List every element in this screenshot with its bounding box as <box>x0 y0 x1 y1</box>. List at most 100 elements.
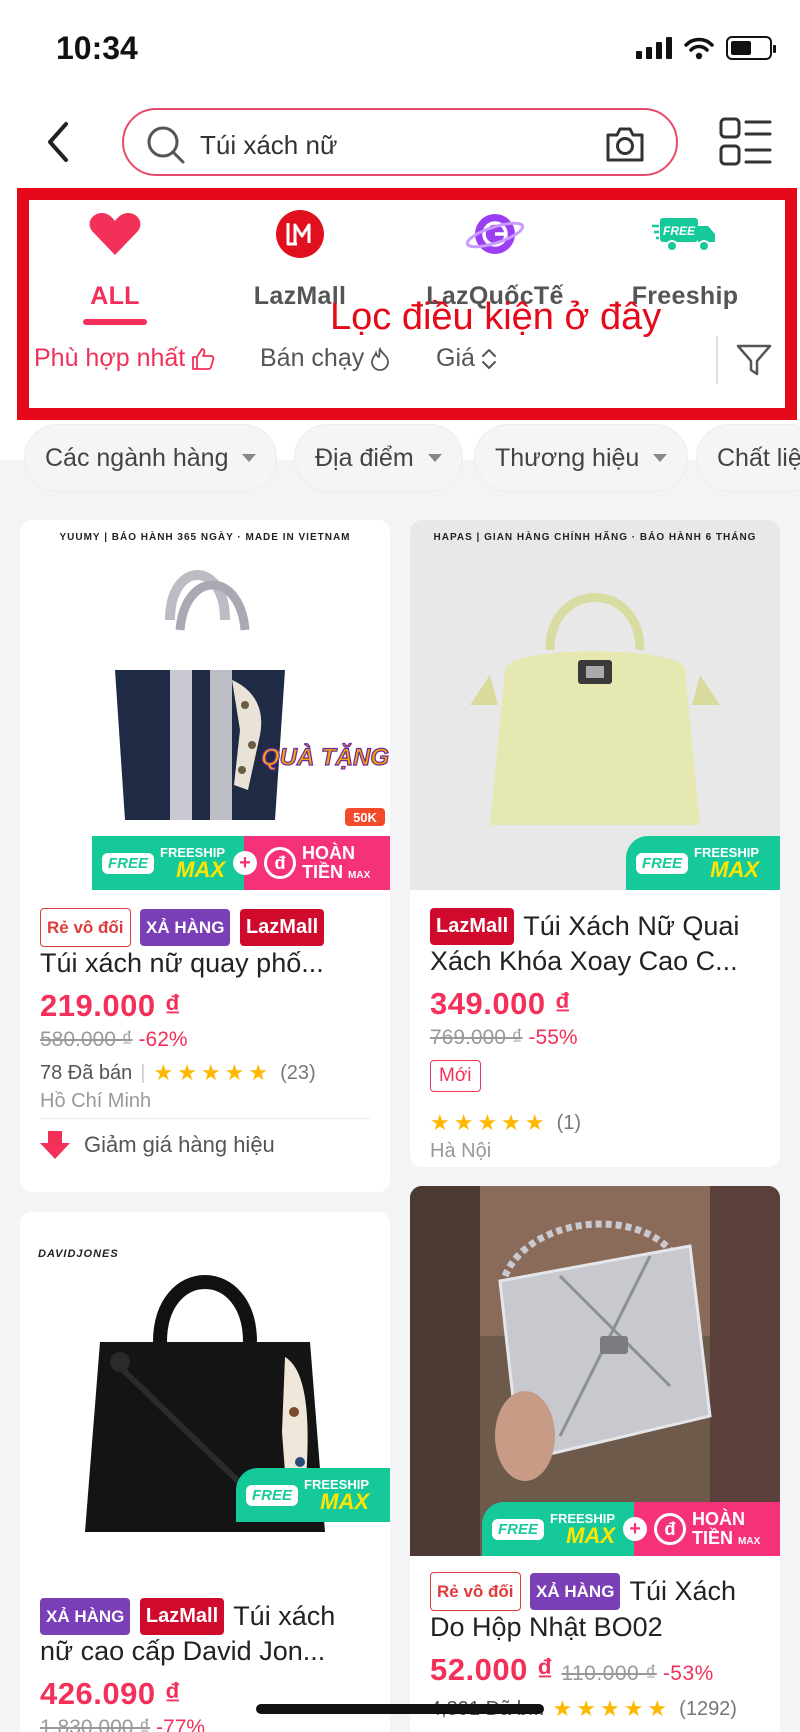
chip-material-label: Chất liệ <box>717 443 800 472</box>
promo-row: Giảm giá hàng hiệu <box>40 1118 370 1159</box>
freeship-max: MAX <box>176 856 226 882</box>
handbag-image <box>410 1186 780 1556</box>
original-price: 110.000 ₫ <box>561 1662 657 1685</box>
product-title-block: LazMall Túi Xách Nữ Quai Xách Khóa Xoay … <box>430 908 764 978</box>
new-tag: Mới <box>430 1060 481 1092</box>
original-price: 769.000 ₫ <box>430 1026 523 1049</box>
filter-chips: Các ngành hàng Địa điểm Thương hiệu Chất… <box>24 424 800 494</box>
handbag-image <box>470 593 720 825</box>
badge-xa-hang: XẢ HÀNG <box>530 1573 621 1610</box>
chevron-down-icon <box>427 454 442 462</box>
chip-categories[interactable]: Các ngành hàng <box>24 424 278 492</box>
product-location: Hà Nội <box>430 1140 492 1162</box>
refund-coin-icon: đ <box>264 847 296 879</box>
product-image: DAVIDJONES FREE FREESHIP MAX <box>20 1212 390 1552</box>
free-truck-badge: FREE <box>102 852 155 874</box>
old-price-row: 769.000 ₫ -55% <box>430 1026 764 1050</box>
product-info: LazMall Túi Xách Nữ Quai Xách Khóa Xoay … <box>430 908 764 1163</box>
discount: -53% <box>662 1662 714 1685</box>
plus-icon: + <box>623 1517 647 1541</box>
badge-re-vo-doi: Rẻ vô đối <box>40 908 131 947</box>
search-query: Túi xách nữ <box>200 130 338 160</box>
product-card[interactable]: YUUMY | BẢO HÀNH 365 NGÀY · MADE IN VIET… <box>20 520 390 1192</box>
rating-stars: ★★★★★ <box>552 1696 672 1721</box>
down-arrow-icon <box>40 1131 70 1159</box>
free-truck-badge: FREE <box>246 1484 299 1506</box>
badge-lazmall: LazMall <box>239 909 325 946</box>
search-input[interactable]: Túi xách nữ <box>122 108 678 176</box>
badge-lazmall: LazMall <box>139 1598 225 1635</box>
handbag-image: QUÀ TẶNG 50K <box>115 570 390 826</box>
product-card[interactable]: FREE FREESHIP MAX đ HOÀN TIỀN MAX + Rẻ vô … <box>410 1186 780 1732</box>
discount: -62% <box>138 1028 188 1051</box>
original-price: 1.830.000 ₫ <box>40 1716 151 1732</box>
chevron-down-icon <box>653 454 668 462</box>
product-image: YUUMY | BẢO HÀNH 365 NGÀY · MADE IN VIET… <box>20 520 390 890</box>
old-price-row: 580.000 ₫ -62% <box>40 1028 374 1052</box>
freeship-max: MAX <box>320 1488 370 1514</box>
old-price-row: 1.830.000 ₫ -77% <box>40 1716 374 1732</box>
product-title-block: XẢ HÀNG LazMall Túi xách nữ cao cấp Davi… <box>40 1598 374 1668</box>
status-time: 10:34 <box>56 30 138 66</box>
freeship-banner: FREE FREESHIP MAX <box>236 1468 390 1522</box>
refund-coin-icon: đ <box>654 1513 686 1545</box>
badge-re-vo-doi: Rẻ vô đối <box>430 1572 521 1611</box>
original-price: 580.000 ₫ <box>40 1028 133 1051</box>
free-truck-badge: FREE <box>636 852 689 874</box>
rating-count: (1292) <box>679 1697 737 1720</box>
freeship-banner: FREE FREESHIP MAX <box>626 836 780 890</box>
chip-brand-label: Thương hiệu <box>495 443 640 472</box>
product-info: Rẻ vô đối XẢ HÀNG Túi Xách Do Hộp Nhật B… <box>430 1572 764 1722</box>
back-arrow-icon[interactable] <box>38 118 78 166</box>
promo-text: Giảm giá hàng hiệu <box>84 1132 275 1157</box>
rating-count: (23) <box>280 1061 316 1084</box>
product-card[interactable]: DAVIDJONES FREE FREESHIP MAX XẢ HÀNG LazM… <box>20 1212 390 1732</box>
home-indicator <box>256 1704 544 1714</box>
refund-label-2: TIỀN <box>692 1528 734 1548</box>
sold-count: 78 Đã bán <box>40 1061 133 1084</box>
product-image: HAPAS | GIAN HÀNG CHÍNH HÃNG · BẢO HÀNH … <box>410 520 780 890</box>
free-truck-badge: FREE <box>492 1518 545 1540</box>
product-card[interactable]: HAPAS | GIAN HÀNG CHÍNH HÃNG · BẢO HÀNH … <box>410 520 780 1167</box>
product-price: 52.000 ₫ <box>430 1652 554 1687</box>
badge-xa-hang: XẢ HÀNG <box>140 909 231 946</box>
chip-location-label: Địa điểm <box>315 443 414 472</box>
refund-label-1: HOÀN <box>302 843 355 864</box>
search-icon <box>147 126 185 164</box>
chip-location[interactable]: Địa điểm <box>294 424 463 492</box>
product-title-block: Rẻ vô đối XẢ HÀNG LazMall Túi xách nữ qu… <box>40 908 374 980</box>
badge-xa-hang: XẢ HÀNG <box>40 1598 131 1635</box>
rating-count: (1) <box>556 1111 582 1134</box>
product-brand-header: YUUMY | BẢO HÀNH 365 NGÀY · MADE IN VIET… <box>59 532 351 543</box>
product-location: Hồ Chí Minh <box>40 1090 152 1112</box>
product-price: 349.000 ₫ <box>430 986 572 1021</box>
product-info: Rẻ vô đối XẢ HÀNG LazMall Túi xách nữ qu… <box>40 908 374 1113</box>
product-image: FREE FREESHIP MAX đ HOÀN TIỀN MAX + <box>410 1186 780 1556</box>
freeship-max: MAX <box>710 856 760 882</box>
refund-label-1: HOÀN <box>692 1509 745 1530</box>
refund-label-2: TIỀN <box>302 862 344 882</box>
battery-icon <box>726 36 776 60</box>
discount: -77% <box>156 1716 206 1732</box>
list-view-icon[interactable] <box>718 116 772 168</box>
chip-categories-label: Các ngành hàng <box>45 443 229 472</box>
product-title-block: Rẻ vô đối XẢ HÀNG Túi Xách Do Hộp Nhật B… <box>430 1572 764 1644</box>
sales-rating-row: 78 Đã bán | ★★★★★ (23) <box>40 1060 316 1085</box>
chip-brand[interactable]: Thương hiệu <box>474 424 689 492</box>
product-title: Túi xách nữ quay phố... <box>40 948 324 978</box>
product-brand-header: HAPAS | GIAN HÀNG CHÍNH HÃNG · BẢO HÀNH … <box>433 532 757 543</box>
discount: -55% <box>528 1026 578 1049</box>
refund-max: MAX <box>348 870 371 881</box>
cellular-signal-icon <box>636 37 672 59</box>
rating-row: ★★★★★ (1) <box>430 1110 764 1136</box>
chevron-down-icon <box>242 454 257 462</box>
camera-icon[interactable] <box>604 124 646 164</box>
freeship-max: MAX <box>566 1522 616 1548</box>
refund-max: MAX <box>738 1536 761 1547</box>
wifi-icon <box>684 37 714 60</box>
chip-material[interactable]: Chất liệ <box>696 424 800 492</box>
filter-highlight-box <box>17 188 797 420</box>
gift-value-tag: 50K <box>353 810 377 825</box>
product-brand-header: DAVIDJONES <box>38 1248 119 1260</box>
gift-sticker: QUÀ TẶNG <box>261 743 389 771</box>
